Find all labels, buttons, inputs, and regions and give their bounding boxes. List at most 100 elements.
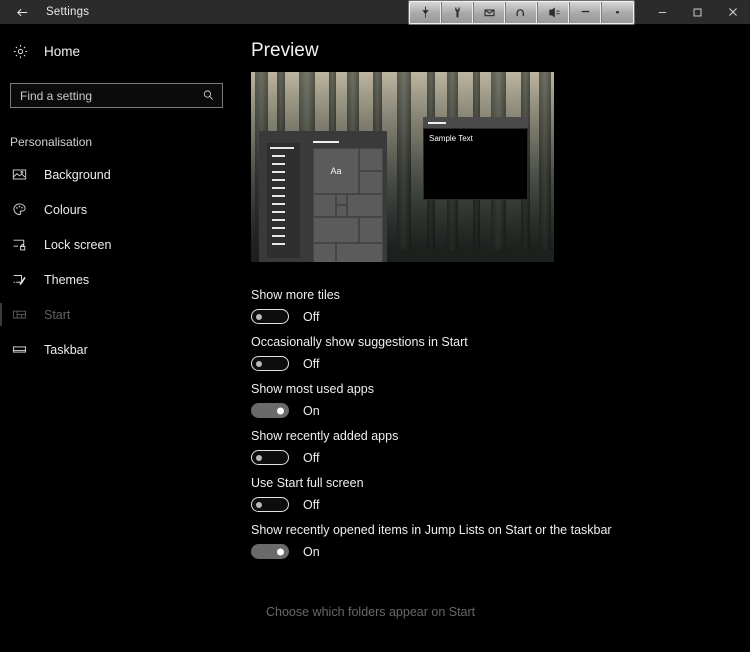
capture-region-button[interactable] <box>410 2 442 23</box>
page-title: Preview <box>251 40 319 61</box>
sidebar-item-lock-screen[interactable]: Lock screen <box>0 227 236 262</box>
choose-folders-link[interactable]: Choose which folders appear on Start <box>266 605 475 619</box>
setting-use-start-full-screen: Use Start full screen Off <box>251 476 749 512</box>
search-input[interactable]: Find a setting <box>10 83 223 108</box>
close-icon <box>727 6 739 18</box>
show-more-tiles-toggle[interactable] <box>251 309 289 324</box>
preview-tile-aa: Aa <box>313 148 359 194</box>
sidebar-home-label: Home <box>44 43 81 59</box>
use-start-full-screen-toggle[interactable] <box>251 497 289 512</box>
minimize-button[interactable] <box>645 0 680 24</box>
sidebar-item-label: Background <box>44 167 111 182</box>
toggle-row: Off <box>251 497 749 512</box>
preview-tile <box>336 205 347 217</box>
preview-tile <box>359 171 383 194</box>
sidebar-item-taskbar[interactable]: Taskbar <box>0 332 236 367</box>
setting-show-more-tiles: Show more tiles Off <box>251 288 749 324</box>
sidebar-item-home[interactable]: Home <box>0 36 236 66</box>
window-title: Settings <box>46 6 90 18</box>
setting-show-most-used-apps: Show most used apps On <box>251 382 749 418</box>
sidebar-item-start[interactable]: Start <box>0 297 236 332</box>
show-most-used-apps-toggle[interactable] <box>251 403 289 418</box>
toggle-knob <box>256 360 262 367</box>
settings-list: Show more tiles Off Occasionally show su… <box>251 288 749 619</box>
preview-sample-window: Sample Text <box>423 117 528 200</box>
toggle-state-label: Off <box>303 356 320 371</box>
minimize-toolbar-button[interactable] <box>570 2 602 23</box>
show-jump-lists-toggle[interactable] <box>251 544 289 559</box>
sidebar-item-background[interactable]: Background <box>0 157 236 192</box>
preview-tile <box>347 194 383 217</box>
maximize-icon <box>692 7 703 18</box>
maximize-button[interactable] <box>680 0 715 24</box>
more-options-button[interactable] <box>602 2 633 23</box>
setting-show-recently-added-apps: Show recently added apps Off <box>251 429 749 465</box>
undo-button[interactable] <box>506 2 538 23</box>
settings-window: Settings Home Find a setting Personalisa… <box>0 0 750 652</box>
send-to-button[interactable] <box>538 2 570 23</box>
search-icon <box>202 89 222 102</box>
preview-tile <box>359 148 383 171</box>
setting-show-jump-lists: Show recently opened items in Jump Lists… <box>251 523 749 559</box>
toggle-state-label: On <box>303 403 320 418</box>
more-options-icon <box>611 6 624 19</box>
sidebar-item-label: Lock screen <box>44 237 112 252</box>
selection-indicator <box>0 303 2 326</box>
sidebar-item-colours[interactable]: Colours <box>0 192 236 227</box>
toggle-knob <box>256 501 262 508</box>
setting-label: Use Start full screen <box>251 476 364 490</box>
save-button[interactable] <box>474 2 506 23</box>
preview-app-list <box>267 143 300 258</box>
taskbar-icon <box>12 342 40 357</box>
toggle-knob <box>256 313 262 320</box>
setting-label: Show recently opened items in Jump Lists… <box>251 523 612 537</box>
sidebar: Home Find a setting Personalisation Back… <box>0 24 236 652</box>
start-preview-image: Aa Sample Text <box>251 72 554 262</box>
setting-label: Show most used apps <box>251 382 374 396</box>
search-placeholder: Find a setting <box>20 88 93 103</box>
toggle-row: On <box>251 403 749 418</box>
toggle-state-label: Off <box>303 450 320 465</box>
toggle-row: Off <box>251 356 749 371</box>
setting-label: Show recently added apps <box>251 429 399 443</box>
sidebar-item-label: Themes <box>44 272 90 287</box>
show-recently-added-apps-toggle[interactable] <box>251 450 289 465</box>
capture-region-icon <box>419 6 432 19</box>
preview-tile <box>336 243 383 262</box>
preview-tile <box>336 194 347 205</box>
palette-icon <box>12 202 40 217</box>
preview-window-body: Sample Text <box>423 128 528 200</box>
sidebar-nav-list: Background Colours Lock screen Themes St… <box>0 157 236 367</box>
toggle-state-label: Off <box>303 497 320 512</box>
toggle-row: Off <box>251 309 749 324</box>
preview-window-titlebar <box>423 117 528 128</box>
themes-brush-icon <box>12 272 40 287</box>
lock-screen-icon <box>12 237 40 252</box>
preview-tile-group-header <box>313 141 339 143</box>
show-suggestions-toggle[interactable] <box>251 356 289 371</box>
gear-icon <box>12 43 40 60</box>
picture-icon <box>12 167 40 182</box>
capture-toolbar <box>409 1 634 24</box>
sidebar-group-heading: Personalisation <box>10 135 93 149</box>
toggle-knob <box>277 407 284 414</box>
toggle-state-label: On <box>303 544 320 559</box>
setting-label: Show more tiles <box>251 288 340 302</box>
minimize-toolbar-icon <box>579 6 592 19</box>
preview-tile-grid: Aa <box>313 148 383 262</box>
tools-button[interactable] <box>442 2 474 23</box>
sidebar-item-themes[interactable]: Themes <box>0 262 236 297</box>
title-bar: Settings <box>0 0 750 24</box>
sidebar-item-label: Taskbar <box>44 342 88 357</box>
main-content: Preview Aa Sample Text Show more tiles O… <box>236 24 750 652</box>
sidebar-item-label: Start <box>44 307 71 322</box>
start-tiles-icon <box>12 307 40 322</box>
back-button[interactable] <box>0 0 44 24</box>
preview-tile <box>359 217 383 243</box>
setting-show-suggestions: Occasionally show suggestions in Start O… <box>251 335 749 371</box>
preview-tile <box>313 217 359 243</box>
sidebar-item-label: Colours <box>44 202 88 217</box>
close-button[interactable] <box>715 0 750 24</box>
preview-start-menu: Aa <box>259 131 387 262</box>
toggle-knob <box>277 548 284 555</box>
